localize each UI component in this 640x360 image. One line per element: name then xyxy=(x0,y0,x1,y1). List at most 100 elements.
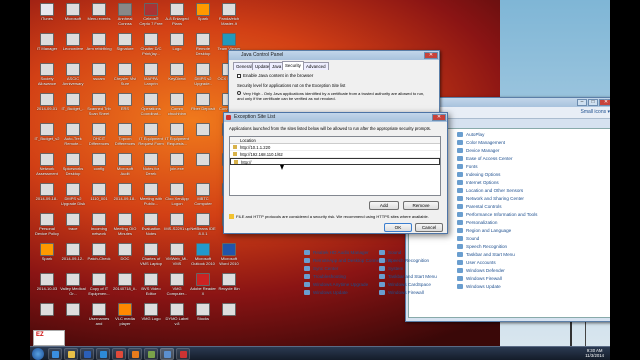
desktop-icon[interactable]: MBTC Computer xyxy=(190,183,216,206)
desktop-icon[interactable]: ERS xyxy=(112,93,138,116)
desktop-icon[interactable]: Auto-Trek Remote... xyxy=(60,123,86,146)
exception-dialog-titlebar[interactable]: Exception Site List ✕ xyxy=(224,113,447,122)
control-panel-item[interactable]: Windows Update xyxy=(457,283,501,290)
desktop-icon[interactable]: Chrysler Vivi Sure xyxy=(112,63,138,86)
desktop-icon[interactable]: Recycle Bin xyxy=(216,273,242,296)
desktop-icon[interactable]: Signature xyxy=(112,33,138,56)
desktop-icon[interactable]: Scanned Trib Scan Sheet xyxy=(86,93,112,116)
desktop-icon[interactable]: Incoming network xyxy=(86,213,112,236)
control-panel-item[interactable]: Windows CardSpace xyxy=(379,281,431,288)
taskbar-explorer-icon[interactable] xyxy=(64,348,78,360)
desktop-icon[interactable]: Fiber Deposit xyxy=(190,93,216,116)
control-panel-item[interactable]: Speech Recognition xyxy=(457,243,507,250)
control-panel-item[interactable]: Color Management xyxy=(457,139,505,146)
desktop-icon[interactable]: Microsoft Audit xyxy=(112,153,138,176)
exception-entry[interactable]: http://10.1.1.220 xyxy=(230,144,440,151)
desktop-icon[interactable]: Spark xyxy=(34,243,60,266)
desktop-icon[interactable]: 1110_001 xyxy=(86,183,112,206)
close-button[interactable]: ✕ xyxy=(432,114,446,121)
control-panel-item[interactable]: Ease of Access Center xyxy=(457,155,512,162)
control-panel-item[interactable]: Windows Firewall xyxy=(379,289,424,296)
desktop-icon[interactable]: Panda/etch Master-It xyxy=(216,3,242,26)
control-panel-item[interactable]: Personalization xyxy=(457,219,497,226)
desktop-icon[interactable]: trace xyxy=(60,213,86,236)
desktop-icon[interactable]: DMPS v2 Upgrade.. xyxy=(190,63,216,86)
control-panel-item[interactable]: Taskbar and Start Menu xyxy=(457,251,515,258)
start-button[interactable] xyxy=(32,348,44,360)
desktop-icon[interactable] xyxy=(34,303,60,326)
desktop-icon[interactable]: Celeos® Cepto 7 Free xyxy=(138,3,164,26)
control-panel-item[interactable]: Device Manager xyxy=(457,147,499,154)
desktop-icon[interactable]: DMPS v2 Upgrade Disk xyxy=(60,183,86,206)
desktop-icon[interactable]: IMS-S2291 up xyxy=(164,213,190,236)
desktop-icon[interactable]: Spark xyxy=(190,3,216,26)
control-panel-item[interactable]: Speech Recognition xyxy=(379,257,429,264)
desktop-icon[interactable]: Chartes of VMS Laptop De... xyxy=(138,243,164,266)
tab-advanced[interactable]: Advanced xyxy=(303,62,329,70)
control-panel-item[interactable]: System xyxy=(379,265,403,272)
control-panel-item[interactable]: Indexing Options xyxy=(457,171,500,178)
desktop-icon[interactable]: OHCIT Differences xyxy=(86,123,112,146)
exception-entry[interactable]: http:// xyxy=(230,158,440,165)
desktop-icon[interactable]: 2014-10-03 xyxy=(34,273,60,296)
desktop-icon[interactable]: Arm rebirthing xyxy=(86,33,112,56)
desktop-icon[interactable]: VMWeb_Mi.. VMS xyxy=(164,243,190,266)
enable-java-checkbox[interactable]: Enable Java content in the browser xyxy=(237,73,313,78)
taskbar-outlook-icon[interactable] xyxy=(96,348,110,360)
close-button[interactable]: ✕ xyxy=(424,52,438,59)
desktop-icon[interactable]: Cloo XenApp Logon xyxy=(164,183,190,206)
control-panel-item[interactable]: Windows Anytime Upgrade xyxy=(304,281,368,288)
control-panel-item[interactable]: AutoPlay xyxy=(457,131,484,138)
control-panel-item[interactable]: Parental Controls xyxy=(457,203,502,210)
control-panel-item[interactable]: Sound xyxy=(457,235,479,242)
taskbar-word-icon[interactable] xyxy=(80,348,94,360)
control-panel-item[interactable]: Location and Other Sensors xyxy=(457,187,523,194)
desktop-icon[interactable]: VLC media player xyxy=(112,303,138,326)
desktop-icon[interactable]: Network Assessment xyxy=(34,153,60,176)
desktop-icon[interactable] xyxy=(60,303,86,326)
desktop-icon[interactable]: ssoam xyxy=(86,63,112,86)
taskbar-ie-icon[interactable] xyxy=(48,348,62,360)
desktop-icon[interactable]: 2014-09-01 xyxy=(34,93,60,116)
desktop-icon[interactable]: Copy of IT Equipmen... xyxy=(86,273,112,296)
desktop-icon[interactable]: DOC xyxy=(112,243,138,266)
location-column-header[interactable]: Location xyxy=(230,137,440,144)
desktop-icon[interactable]: 2014-09-12.. xyxy=(60,243,86,266)
close-button[interactable]: ✕ xyxy=(599,99,610,106)
control-panel-item[interactable]: User Accounts xyxy=(457,259,496,266)
taskbar-chrome-icon[interactable] xyxy=(112,348,126,360)
desktop-icon[interactable]: Adobe Reader X xyxy=(190,273,216,296)
desktop-icon[interactable]: Stocks xyxy=(190,303,216,326)
desktop-icon[interactable]: IT Equipment Request Form xyxy=(138,123,164,146)
desktop-icon[interactable]: Logo xyxy=(164,33,190,56)
control-panel-item[interactable]: Troubleshooting xyxy=(304,273,346,280)
desktop-icon[interactable]: IT_Budget_v2 xyxy=(34,123,60,146)
control-panel-item[interactable]: Windows Defender xyxy=(457,267,505,274)
desktop-icon[interactable]: config xyxy=(86,153,112,176)
desktop-icon[interactable]: Spiceworks Desktop xyxy=(60,153,86,176)
desktop-icon[interactable]: Microsoft Outlook 2010 xyxy=(190,243,216,266)
desktop-icon[interactable]: IT_Budget_.. xyxy=(60,93,86,116)
maximize-button[interactable]: □ xyxy=(588,99,598,106)
desktop-icon[interactable] xyxy=(190,153,216,176)
ok-button[interactable]: OK xyxy=(384,223,412,232)
exception-site-table[interactable]: Location http://10.1.1.220 http://192.168… xyxy=(229,136,441,196)
control-panel-item[interactable]: Fonts xyxy=(457,163,478,170)
checkbox-icon[interactable] xyxy=(237,73,241,78)
desktop-icon[interactable]: DYMO Label v.8 xyxy=(164,303,190,326)
desktop-icon[interactable]: VMG Computer... xyxy=(164,273,190,296)
java-panel-titlebar[interactable]: Java Control Panel ✕ xyxy=(229,51,439,60)
desktop-icon[interactable]: Personal Device Policy xyxy=(34,213,60,236)
desktop-icon[interactable]: join.exe xyxy=(164,153,190,176)
desktop-icon[interactable]: Remote Desktop xyxy=(190,33,216,56)
control-panel-item[interactable]: Performance Information and Tools xyxy=(457,211,537,218)
desktop-icon[interactable]: ASCIC Anniversary xyxy=(60,63,86,86)
desktop-icon[interactable]: KeyDirect xyxy=(164,63,190,86)
control-panel-item[interactable]: Sync Center xyxy=(304,265,338,272)
desktop-icon[interactable]: Topcon Differences xyxy=(112,123,138,146)
minimize-button[interactable]: – xyxy=(577,99,587,106)
control-panel-item[interactable]: Realtek HD Audio Manager xyxy=(304,249,369,256)
control-panel-item[interactable]: Sound xyxy=(379,249,401,256)
desktop-icon[interactable]: Menu events xyxy=(86,3,112,26)
desktop-icon[interactable]: Microsoft xyxy=(60,3,86,26)
